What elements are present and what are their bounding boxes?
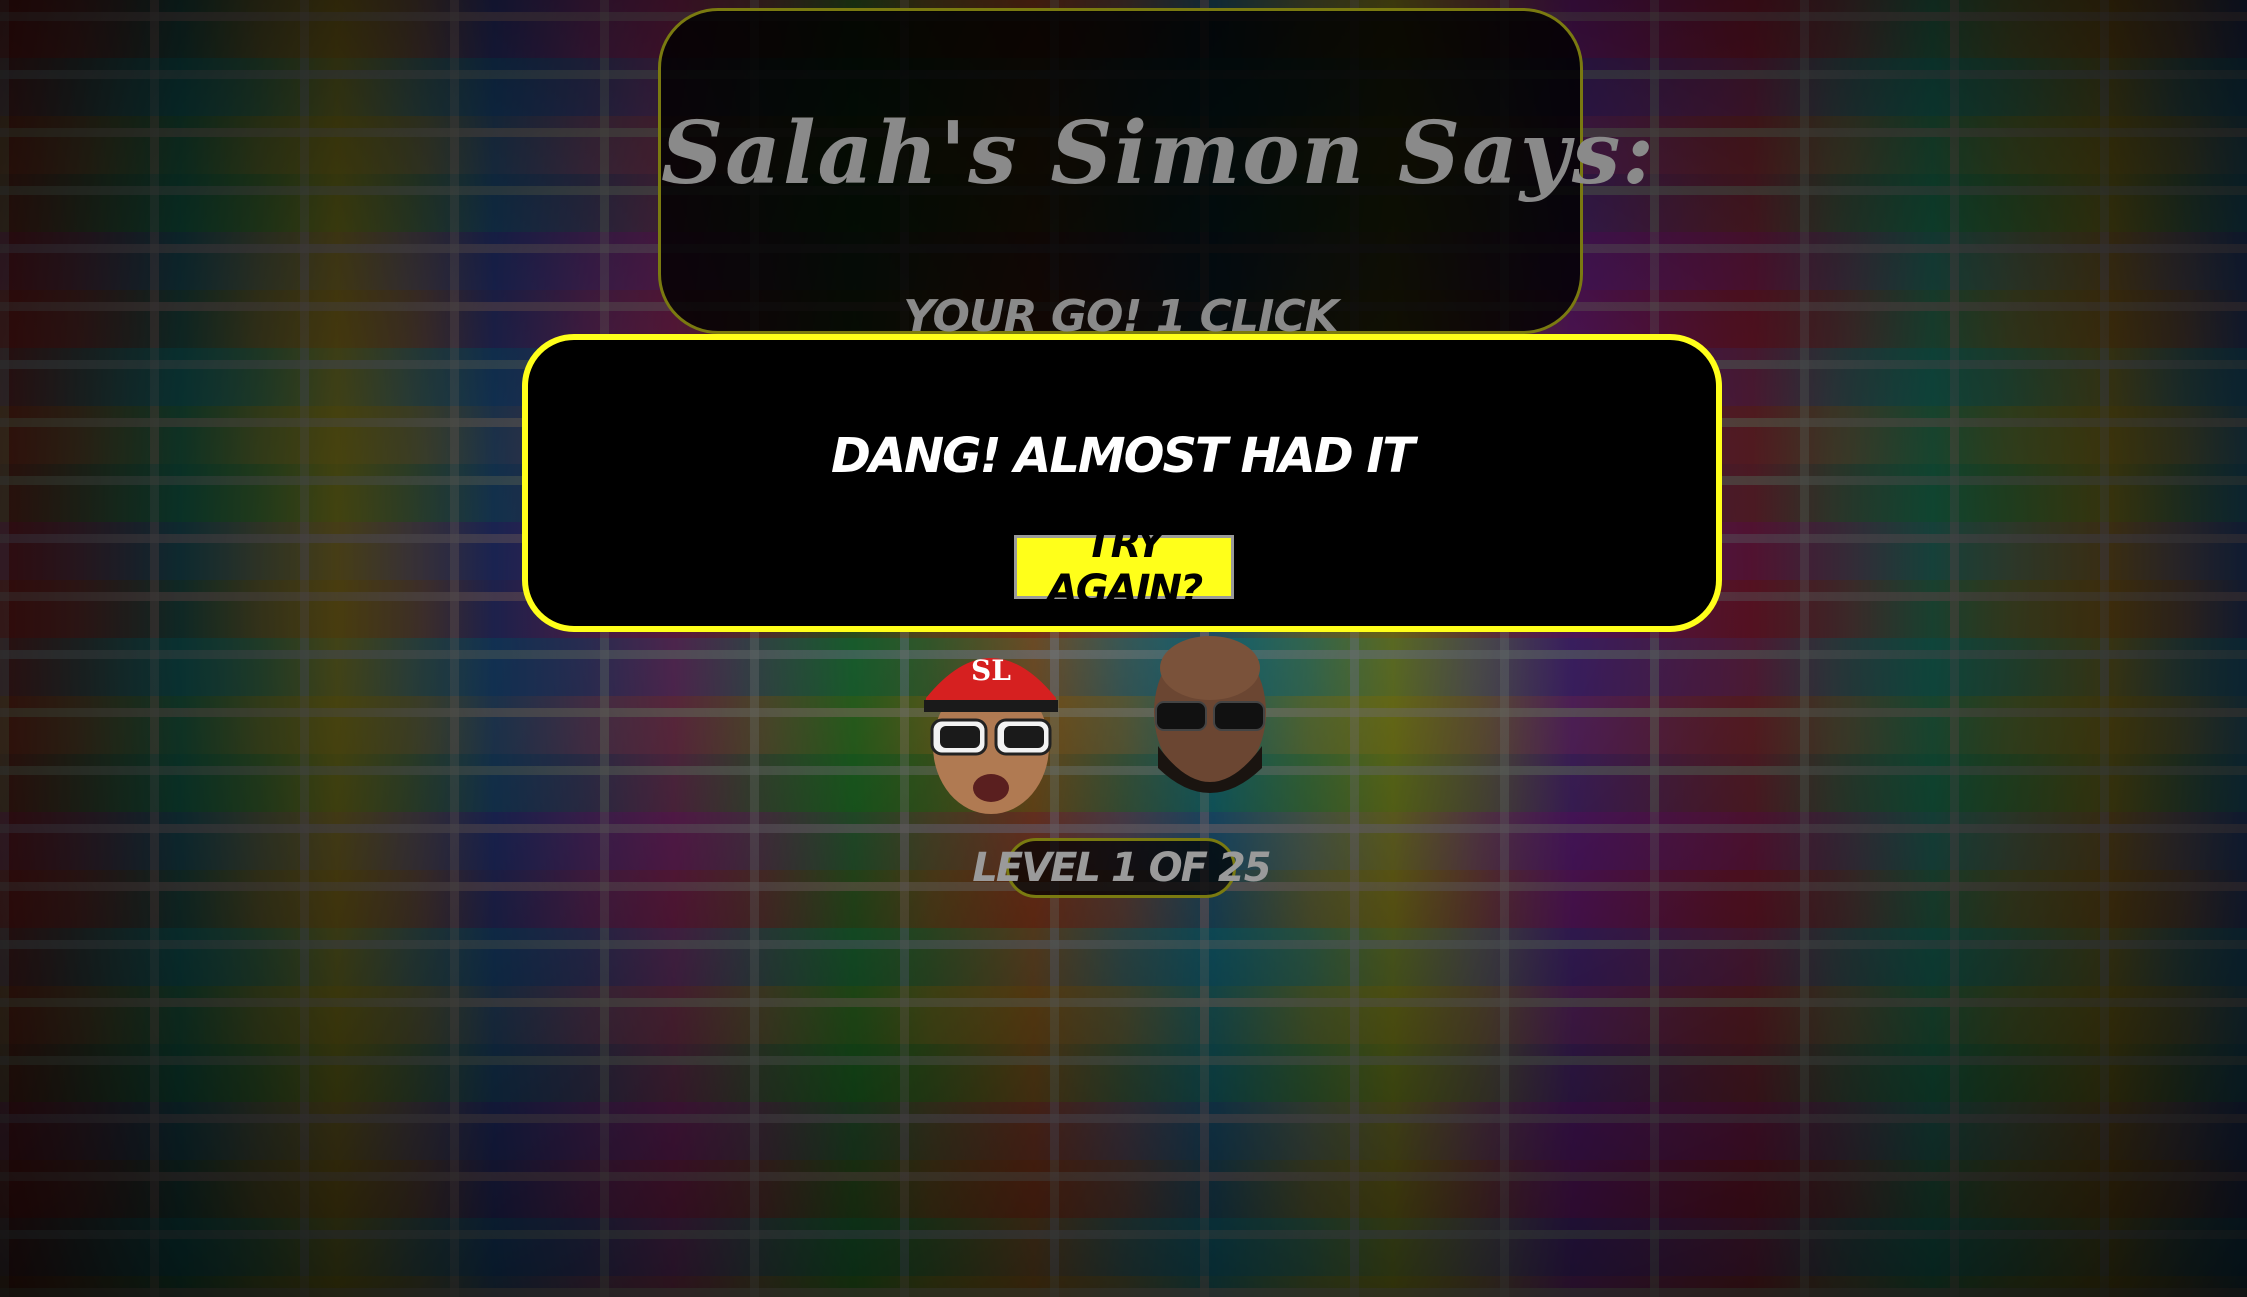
game-title: Salah's Simon Says: [661, 103, 1657, 204]
game-over-modal: DANG! ALMOST HAD IT TRY AGAIN? [522, 334, 1722, 632]
game-screen: Salah's Simon Says: YOUR GO! 1 CLICK SL … [0, 0, 2247, 1297]
try-again-button[interactable]: TRY AGAIN? [1014, 521, 1234, 613]
svg-text:SL: SL [971, 654, 1011, 687]
player-face-2[interactable] [1146, 628, 1274, 804]
rapper-cap-icon: SL [924, 654, 1058, 814]
rapper-bald-icon [1154, 636, 1266, 793]
level-indicator: LEVEL 1 OF 25 [972, 838, 1272, 898]
game-over-message: DANG! ALMOST HAD IT [831, 428, 1415, 484]
player-face-1[interactable]: SL [916, 628, 1066, 816]
header-panel: Salah's Simon Says: YOUR GO! 1 CLICK [658, 8, 1657, 342]
